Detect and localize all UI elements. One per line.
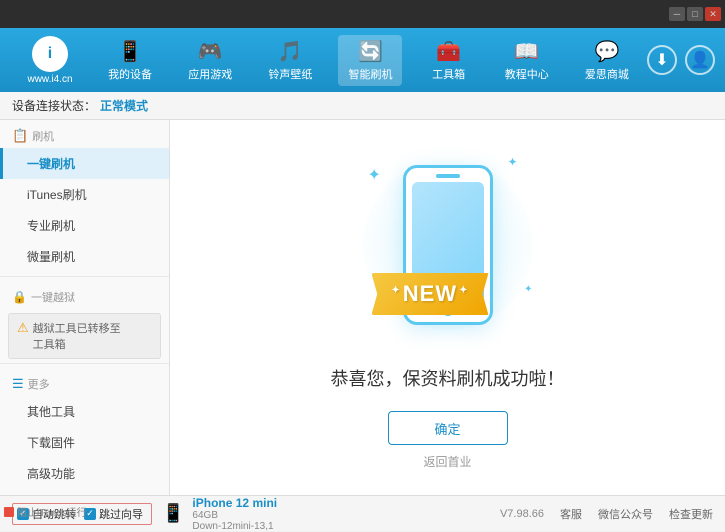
warning-icon: ⚠ [17, 320, 29, 336]
sparkle-1: ✦ [368, 165, 381, 185]
itunes-status-label: 阻止iTunes运行 [17, 504, 87, 519]
nav-toolbox[interactable]: 🧰 工具箱 [419, 35, 479, 86]
sidebar: 📋 刷机 一键刷机 iTunes刷机 专业刷机 微量刷机 🔒 一键越狱 ⚠ 越狱… [0, 120, 170, 495]
sidebar-section-flash: 📋 刷机 [0, 120, 169, 148]
more-section-icon: ☰ [12, 376, 24, 392]
logo-text: www.i4.cn [27, 74, 72, 85]
nav-ringtones-label: 铃声壁纸 [268, 66, 312, 82]
nav-smart-flash-label: 智能刷机 [348, 66, 392, 82]
device-phone-icon: 📱 [162, 503, 184, 524]
sparkle-3: ✦ [524, 284, 532, 295]
status-bar: 设备连接状态： 正常模式 [0, 92, 725, 120]
weibo-icon: 💬 [594, 39, 619, 64]
sidebar-item-pro-flash[interactable]: 专业刷机 [0, 210, 169, 241]
my-device-icon: 📱 [118, 39, 143, 64]
nav-ringtones[interactable]: 🎵 铃声壁纸 [258, 35, 322, 86]
sidebar-item-advanced[interactable]: 高级功能 [0, 458, 169, 489]
nav-my-device[interactable]: 📱 我的设备 [98, 35, 162, 86]
sidebar-item-one-click-flash[interactable]: 一键刷机 [0, 148, 169, 179]
nav-items: 📱 我的设备 🎮 应用游戏 🎵 铃声壁纸 🔄 智能刷机 🧰 工具箱 📖 教程中心… [90, 35, 647, 86]
check-update-link[interactable]: 检查更新 [669, 506, 713, 522]
sparkle-2: ✦ [507, 155, 517, 169]
phone-speaker [436, 174, 460, 178]
sidebar-item-other-tools[interactable]: 其他工具 [0, 396, 169, 427]
nav-toolbox-label: 工具箱 [432, 66, 465, 82]
confirm-button[interactable]: 确定 [388, 411, 508, 445]
more-section-title: 更多 [28, 376, 50, 392]
wechat-official-link[interactable]: 微信公众号 [598, 506, 653, 522]
tutorial-icon: 📖 [514, 39, 539, 64]
success-illustration: ✦ ✦ ✦ NEW [348, 145, 548, 345]
nav-smart-flash[interactable]: 🔄 智能刷机 [338, 35, 402, 86]
nav-weibo-label: 爱思商城 [585, 66, 629, 82]
sidebar-item-download-fw[interactable]: 下载固件 [0, 427, 169, 458]
nav-my-device-label: 我的设备 [108, 66, 152, 82]
logo: i www.i4.cn [10, 36, 90, 85]
status-value: 正常模式 [100, 97, 148, 114]
device-storage: 64GB [192, 510, 277, 521]
sidebar-item-itunes-flash[interactable]: iTunes刷机 [0, 179, 169, 210]
nav-app-games-label: 应用游戏 [188, 66, 232, 82]
header: i www.i4.cn 📱 我的设备 🎮 应用游戏 🎵 铃声壁纸 🔄 智能刷机 … [0, 28, 725, 92]
skip-wizard-checkbox[interactable]: 跳过向导 [84, 506, 143, 522]
nav-right: ⬇ 👤 [647, 45, 715, 75]
success-title: 恭喜您，保资料刷机成功啦！ [331, 365, 565, 391]
nav-app-games[interactable]: 🎮 应用游戏 [178, 35, 242, 86]
flash-section-title: 刷机 [32, 128, 54, 144]
back-link[interactable]: 返回首业 [423, 453, 471, 470]
app-games-icon: 🎮 [198, 39, 223, 64]
jailbreak-notice: ⚠ 越狱工具已转移至工具箱 [8, 313, 161, 359]
lock-icon: 🔒 [12, 290, 27, 304]
flash-section-icon: 📋 [12, 128, 28, 144]
version-text: V7.98.66 [500, 508, 544, 520]
stop-icon [4, 507, 14, 517]
status-prefix: 设备连接状态： [12, 97, 96, 114]
divider-1 [0, 276, 169, 277]
download-button[interactable]: ⬇ [647, 45, 677, 75]
nav-tutorial[interactable]: 📖 教程中心 [495, 35, 559, 86]
customer-service-link[interactable]: 客服 [560, 506, 582, 522]
user-button[interactable]: 👤 [685, 45, 715, 75]
sidebar-section-more: ☰ 更多 [0, 368, 169, 396]
toolbox-icon: 🧰 [436, 39, 461, 64]
main-layout: 📋 刷机 一键刷机 iTunes刷机 专业刷机 微量刷机 🔒 一键越狱 ⚠ 越狱… [0, 120, 725, 495]
skip-wizard-label: 跳过向导 [99, 506, 143, 522]
ringtones-icon: 🎵 [278, 39, 303, 64]
footer-device: 📱 iPhone 12 mini 64GB Down-12mini-13,1 [162, 496, 277, 532]
content-area: ✦ ✦ ✦ NEW 恭喜您，保资料刷机成功啦！ 确定 返回首业 [170, 120, 725, 495]
jailbreak-section-title: 一键越狱 [31, 289, 75, 305]
device-version: Down-12mini-13,1 [192, 521, 277, 532]
device-name: iPhone 12 mini [192, 496, 277, 510]
nav-weibo[interactable]: 💬 爱思商城 [575, 35, 639, 86]
smart-flash-icon: 🔄 [358, 39, 383, 64]
sidebar-item-micro-flash[interactable]: 微量刷机 [0, 241, 169, 272]
title-bar: ─ □ ✕ [0, 0, 725, 28]
minimize-button[interactable]: ─ [669, 7, 685, 21]
device-info: iPhone 12 mini 64GB Down-12mini-13,1 [192, 496, 277, 532]
nav-tutorial-label: 教程中心 [505, 66, 549, 82]
itunes-status: 阻止iTunes运行 [4, 504, 87, 519]
sidebar-section-jailbreak: 🔒 一键越狱 [0, 281, 169, 309]
footer-bar: 自动跳转 跳过向导 📱 iPhone 12 mini 64GB Down-12m… [0, 495, 725, 531]
jailbreak-notice-text: 越狱工具已转移至工具箱 [33, 320, 121, 352]
logo-icon: i [32, 36, 68, 72]
new-ribbon: NEW [371, 273, 488, 315]
footer-right: 阻止iTunes运行 V7.98.66 客服 微信公众号 检查更新 [500, 506, 713, 522]
maximize-button[interactable]: □ [687, 7, 703, 21]
close-button[interactable]: ✕ [705, 7, 721, 21]
divider-2 [0, 363, 169, 364]
